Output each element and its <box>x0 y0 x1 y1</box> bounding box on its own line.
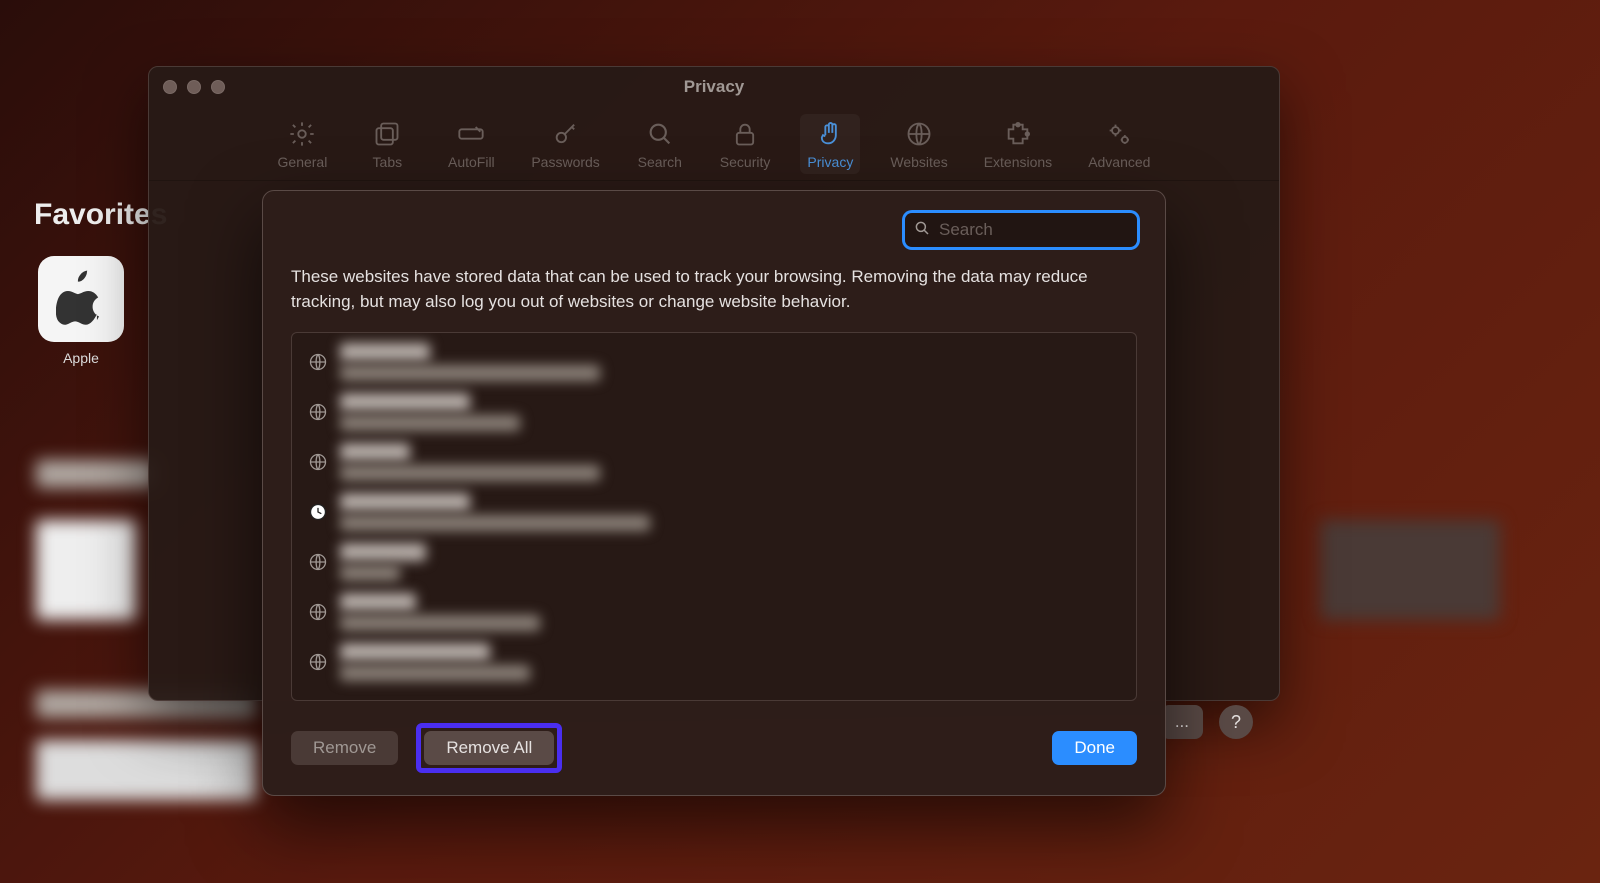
gears-icon <box>1105 118 1133 150</box>
tab-security[interactable]: Security <box>714 114 777 174</box>
window-title: Privacy <box>149 77 1279 97</box>
pen-icon <box>457 118 485 150</box>
globe-icon <box>905 118 933 150</box>
tab-websites[interactable]: Websites <box>884 114 953 174</box>
minimize-icon[interactable] <box>187 80 201 94</box>
tab-label: Passwords <box>531 154 599 170</box>
remove-all-highlight: Remove All <box>416 723 562 773</box>
tab-privacy[interactable]: Privacy <box>800 114 860 174</box>
list-item[interactable] <box>292 337 1136 387</box>
desktop: Favorites Apple Privacy General <box>0 0 1600 883</box>
lock-icon <box>731 118 759 150</box>
preferences-toolbar: General Tabs AutoFill Passwords Search S… <box>149 107 1279 181</box>
search-input[interactable] <box>937 219 1162 241</box>
tab-advanced[interactable]: Advanced <box>1082 114 1156 174</box>
blurred-content <box>36 740 256 800</box>
list-item[interactable] <box>292 537 1136 587</box>
tab-label: Websites <box>890 154 947 170</box>
search-icon <box>646 118 674 150</box>
search-icon <box>913 219 931 242</box>
dialog-button-row: Remove Remove All Done <box>291 723 1137 773</box>
hand-icon <box>816 118 844 150</box>
remove-all-button[interactable]: Remove All <box>424 731 554 765</box>
globe-icon <box>308 652 328 672</box>
key-icon <box>552 118 580 150</box>
tab-label: Tabs <box>373 154 403 170</box>
tab-autofill[interactable]: AutoFill <box>441 114 501 174</box>
favorite-tile-label: Apple <box>63 350 99 366</box>
globe-icon <box>308 602 328 622</box>
dialog-description: These websites have stored data that can… <box>291 265 1137 314</box>
tab-label: Advanced <box>1088 154 1150 170</box>
tabs-icon <box>373 118 401 150</box>
blurred-content <box>36 460 156 488</box>
help-button[interactable]: ? <box>1219 705 1253 739</box>
list-item[interactable] <box>292 587 1136 637</box>
blurred-content <box>1320 520 1500 620</box>
list-item[interactable] <box>292 387 1136 437</box>
done-button[interactable]: Done <box>1052 731 1137 765</box>
titlebar: Privacy <box>149 67 1279 107</box>
tab-general[interactable]: General <box>272 114 334 174</box>
blurred-content <box>36 520 136 620</box>
list-item[interactable] <box>292 487 1136 537</box>
tab-label: Extensions <box>984 154 1052 170</box>
tab-label: Security <box>720 154 771 170</box>
globe-icon <box>308 452 328 472</box>
traffic-lights <box>163 80 225 94</box>
favorite-tile-apple[interactable]: Apple <box>38 256 124 356</box>
maximize-icon[interactable] <box>211 80 225 94</box>
remove-button[interactable]: Remove <box>291 731 398 765</box>
tab-label: AutoFill <box>448 154 495 170</box>
tab-label: Privacy <box>807 154 853 170</box>
tab-extensions[interactable]: Extensions <box>978 114 1058 174</box>
puzzle-icon <box>1004 118 1032 150</box>
globe-icon <box>308 352 328 372</box>
tab-label: General <box>278 154 328 170</box>
tab-search[interactable]: Search <box>630 114 690 174</box>
details-button[interactable]: ... <box>1161 705 1203 739</box>
website-data-list[interactable] <box>291 332 1137 701</box>
close-icon[interactable] <box>163 80 177 94</box>
clock-icon <box>308 502 328 522</box>
list-item[interactable] <box>292 437 1136 487</box>
underlying-pane-controls: ... ? <box>1161 705 1253 739</box>
apple-logo-icon <box>56 269 106 330</box>
tab-label: Search <box>638 154 682 170</box>
list-item[interactable] <box>292 637 1136 687</box>
search-field[interactable] <box>905 213 1137 247</box>
globe-icon <box>308 552 328 572</box>
tab-tabs[interactable]: Tabs <box>357 114 417 174</box>
manage-website-data-dialog: These websites have stored data that can… <box>262 190 1166 796</box>
tab-passwords[interactable]: Passwords <box>525 114 605 174</box>
globe-icon <box>308 402 328 422</box>
gear-icon <box>288 118 316 150</box>
